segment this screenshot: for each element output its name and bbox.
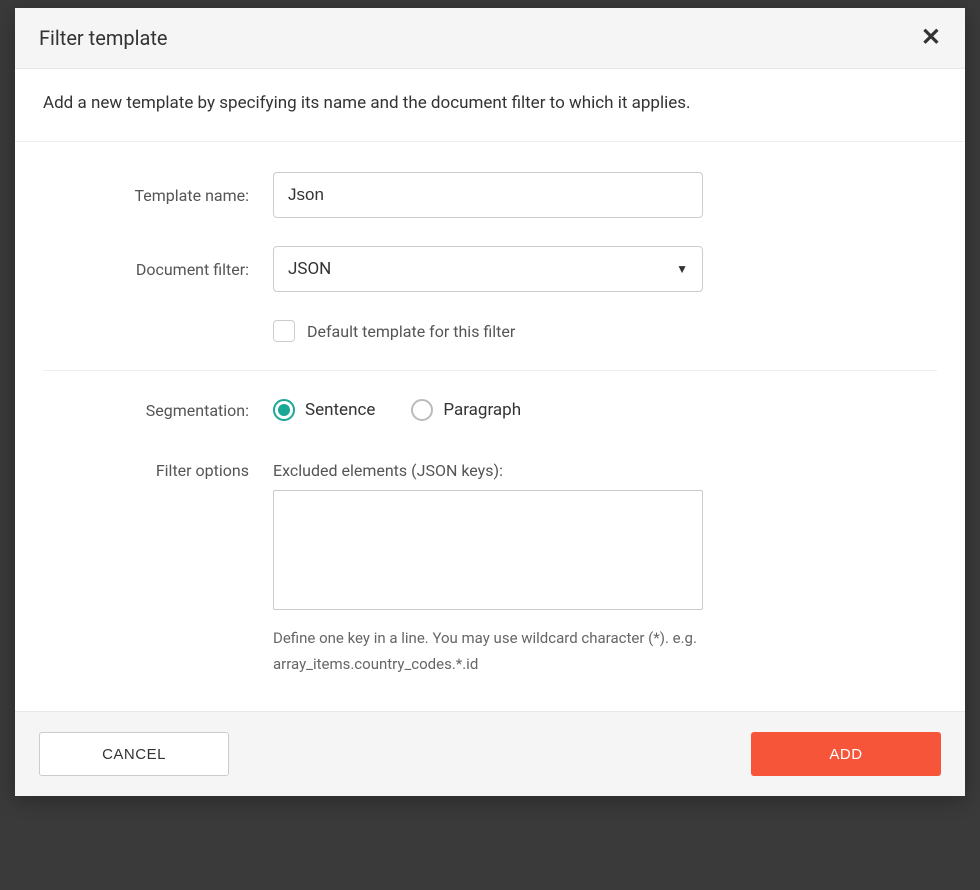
default-template-checkbox[interactable] [273, 320, 295, 342]
modal-header: Filter template ✕ [15, 8, 965, 69]
segmentation-row: Segmentation: Sentence Paragraph [43, 399, 937, 421]
radio-dot-icon [278, 404, 290, 416]
document-filter-select[interactable]: JSON ▼ [273, 246, 703, 292]
filter-options-label: Filter options [43, 461, 273, 480]
segmentation-paragraph-label: Paragraph [443, 400, 521, 420]
document-filter-value: JSON [288, 259, 331, 279]
template-name-field-col [273, 172, 937, 218]
form-section: Template name: Document filter: JSON ▼ [15, 142, 965, 711]
excluded-elements-label: Excluded elements (JSON keys): [273, 461, 937, 480]
segmentation-label: Segmentation: [43, 401, 273, 420]
filter-options-field-col: Excluded elements (JSON keys): Define on… [273, 461, 937, 677]
close-button[interactable]: ✕ [921, 26, 941, 50]
excluded-elements-help: Define one key in a line. You may use wi… [273, 626, 733, 677]
segmentation-field-col: Sentence Paragraph [273, 399, 937, 421]
radio-unselected-icon [411, 399, 433, 421]
chevron-down-icon: ▼ [676, 262, 688, 276]
segmentation-sentence-label: Sentence [305, 400, 375, 420]
default-template-checkbox-row: Default template for this filter [273, 320, 937, 342]
document-filter-row: Document filter: JSON ▼ [43, 246, 937, 292]
modal-footer: CANCEL ADD [15, 711, 965, 796]
filter-options-row: Filter options Excluded elements (JSON k… [43, 461, 937, 677]
document-filter-field-col: JSON ▼ [273, 246, 937, 292]
default-template-field-col: Default template for this filter [273, 320, 937, 342]
modal-title: Filter template [39, 26, 167, 50]
default-template-row: Default template for this filter [43, 320, 937, 342]
close-icon: ✕ [921, 24, 941, 51]
filter-template-modal: Filter template ✕ Add a new template by … [15, 8, 965, 796]
excluded-elements-textarea[interactable] [273, 490, 703, 610]
template-name-input[interactable] [273, 172, 703, 218]
add-button[interactable]: ADD [751, 732, 941, 776]
cancel-button[interactable]: CANCEL [39, 732, 229, 776]
radio-selected-icon [273, 399, 295, 421]
segmentation-paragraph-radio[interactable]: Paragraph [411, 399, 521, 421]
section-divider [43, 370, 937, 371]
modal-body: Add a new template by specifying its nam… [15, 69, 965, 711]
document-filter-label: Document filter: [43, 260, 273, 279]
segmentation-sentence-radio[interactable]: Sentence [273, 399, 375, 421]
segmentation-radio-group: Sentence Paragraph [273, 399, 937, 421]
modal-description: Add a new template by specifying its nam… [15, 69, 965, 142]
default-template-label: Default template for this filter [307, 322, 515, 341]
template-name-label: Template name: [43, 186, 273, 205]
template-name-row: Template name: [43, 172, 937, 218]
